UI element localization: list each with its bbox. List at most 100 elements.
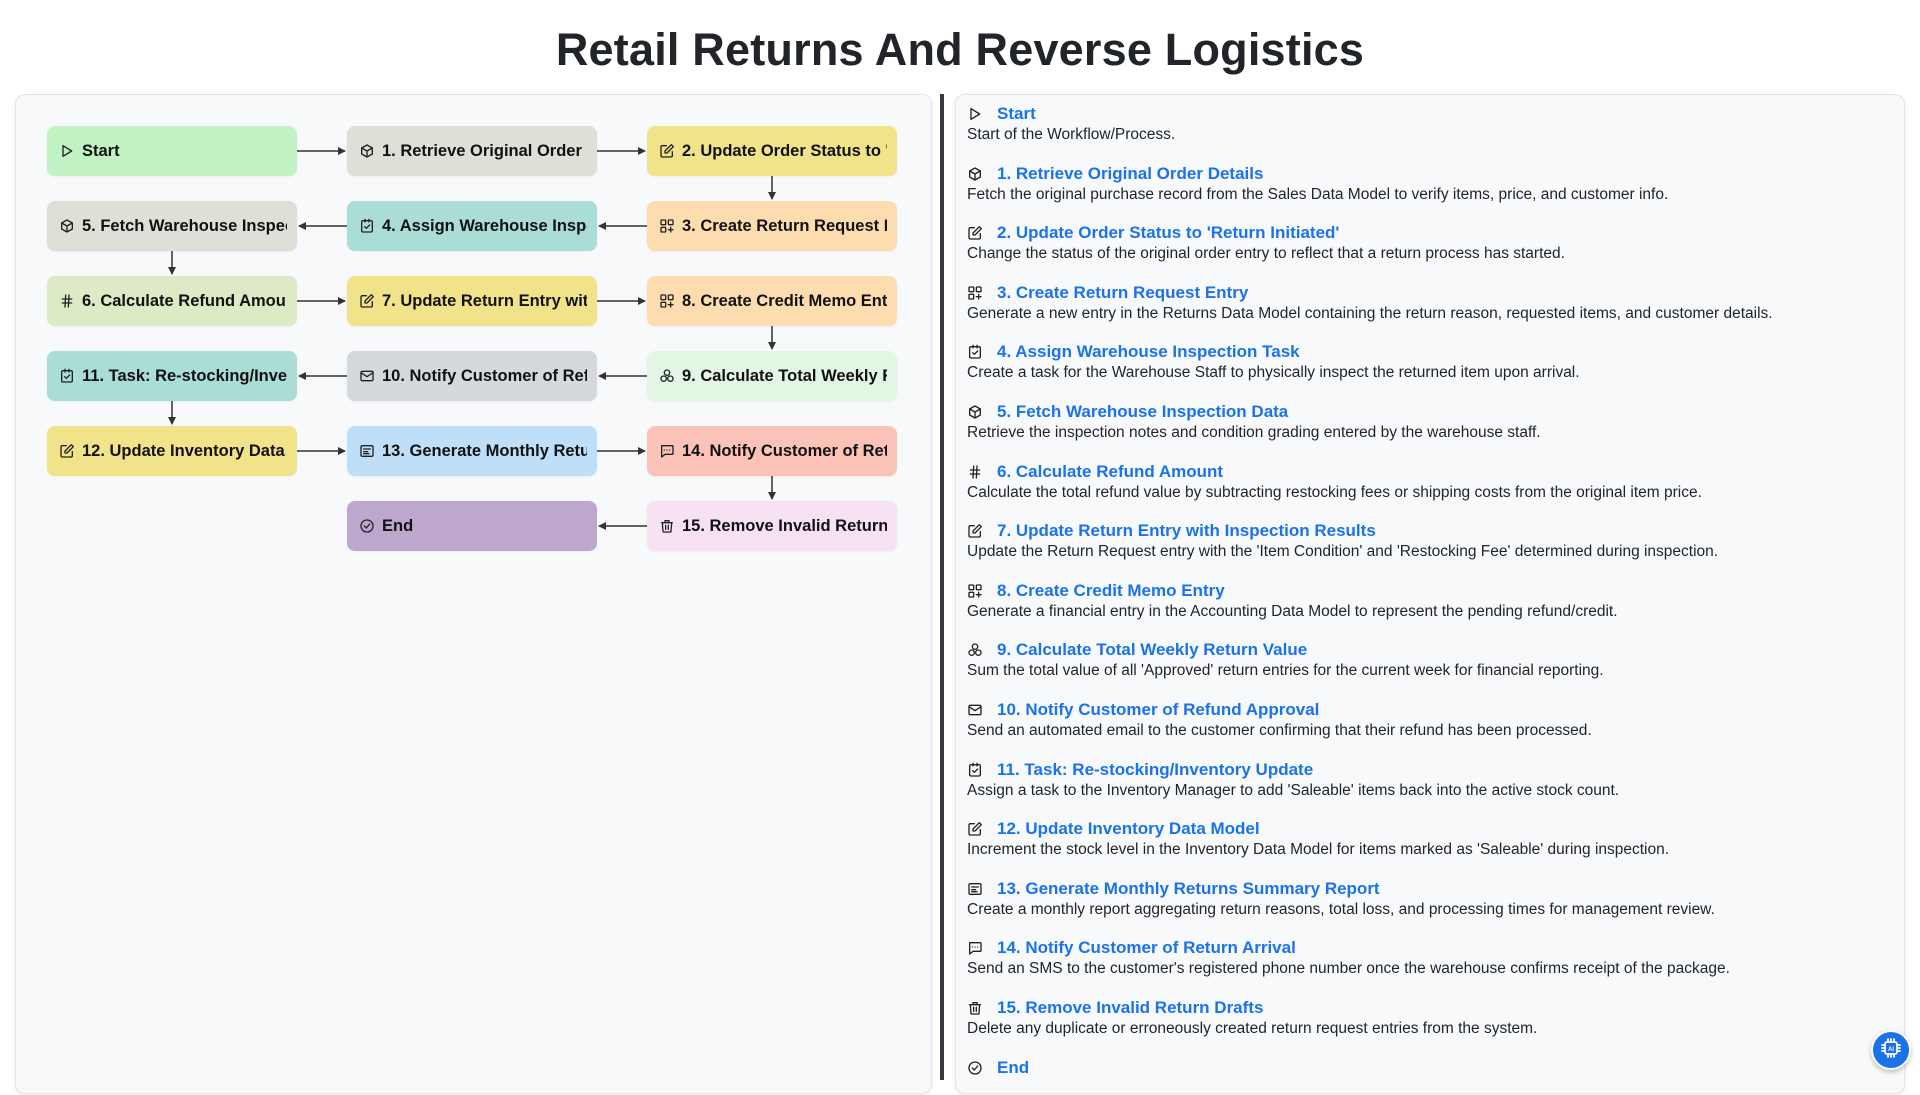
step-title-link[interactable]: 7. Update Return Entry with Inspection R… xyxy=(997,521,1376,541)
task-icon xyxy=(967,344,983,360)
step-description: Retrieve the inspection notes and condit… xyxy=(967,424,1541,441)
flow-node-n12[interactable]: 12. Update Inventory Data I xyxy=(47,426,297,476)
flow-node-n4[interactable]: 4. Assign Warehouse Inspe xyxy=(347,201,597,251)
step-title-link[interactable]: 11. Task: Re-stocking/Inventory Update xyxy=(997,760,1313,780)
flow-node-label: Start xyxy=(82,141,120,160)
steps-panel: Start Start of the Workflow/Process. 1. Re… xyxy=(955,94,1905,1094)
step-item: 9. Calculate Total Weekly Return Value Su… xyxy=(967,639,1887,680)
sms-icon xyxy=(659,443,675,459)
flow-node-n11[interactable]: 11. Task: Re-stocking/Inver xyxy=(47,351,297,401)
play-icon xyxy=(59,143,75,159)
step-item: 1. Retrieve Original Order Details Fetch … xyxy=(967,163,1887,204)
hash-icon xyxy=(967,464,983,480)
step-item: 14. Notify Customer of Return Arrival Sen… xyxy=(967,937,1887,978)
flow-node-label: 7. Update Return Entry with xyxy=(382,291,587,310)
task-icon xyxy=(967,762,983,778)
flow-node-n1[interactable]: 1. Retrieve Original Order D xyxy=(347,126,597,176)
step-item: 8. Create Credit Memo Entry Generate a fi… xyxy=(967,580,1887,621)
step-description: Send an automated email to the customer … xyxy=(967,722,1592,739)
step-item: 7. Update Return Entry with Inspection R… xyxy=(967,520,1887,561)
step-title-link[interactable]: Start xyxy=(997,104,1036,124)
play-icon xyxy=(967,106,983,122)
step-title-link[interactable]: 1. Retrieve Original Order Details xyxy=(997,164,1263,184)
cube-icon xyxy=(59,218,75,234)
step-title-link[interactable]: 2. Update Order Status to 'Return Initia… xyxy=(997,223,1339,243)
step-description: Create a task for the Warehouse Staff to… xyxy=(967,364,1580,382)
step-title-link[interactable]: 14. Notify Customer of Return Arrival xyxy=(997,938,1296,958)
step-title-link[interactable]: 3. Create Return Request Entry xyxy=(997,283,1248,303)
step-description: Create a monthly report aggregating retu… xyxy=(967,900,1715,918)
step-description: Sum the total value of all 'Approved' re… xyxy=(967,662,1604,680)
flow-node-end[interactable]: End xyxy=(347,501,597,551)
step-description: Change the status of the original order … xyxy=(967,245,1565,263)
step-description: Generate a financial entry in the Accoun… xyxy=(967,602,1618,620)
step-item: 13. Generate Monthly Returns Summary Rep… xyxy=(967,878,1887,919)
panel-divider[interactable] xyxy=(940,94,944,1080)
step-item: Start Start of the Workflow/Process. xyxy=(967,103,1887,144)
flow-node-label: 11. Task: Re-stocking/Inver xyxy=(82,366,287,385)
step-item: 3. Create Return Request Entry Generate a… xyxy=(967,282,1887,323)
svg-text:AI: AI xyxy=(1888,1047,1894,1053)
flow-node-n6[interactable]: 6. Calculate Refund Amoun xyxy=(47,276,297,326)
flow-node-label: 9. Calculate Total Weekly R xyxy=(682,366,887,385)
step-description: Calculate the total refund value by subt… xyxy=(967,483,1702,501)
step-description: Fetch the original purchase record from … xyxy=(967,185,1669,203)
trash-icon xyxy=(659,518,675,534)
step-description: Send an SMS to the customer's registered… xyxy=(967,960,1730,978)
step-description: Start of the Workflow/Process. xyxy=(967,126,1176,143)
edit-icon xyxy=(967,821,983,837)
aggregate-icon xyxy=(659,368,675,384)
flow-node-n14[interactable]: 14. Notify Customer of Retu xyxy=(647,426,897,476)
hash-icon xyxy=(59,293,75,309)
flow-node-n10[interactable]: 10. Notify Customer of Refu xyxy=(347,351,597,401)
step-description: Generate a new entry in the Returns Data… xyxy=(967,304,1773,322)
flow-node-n7[interactable]: 7. Update Return Entry with xyxy=(347,276,597,326)
grid-plus-icon xyxy=(659,293,675,309)
mail-icon xyxy=(359,368,375,384)
step-title-link[interactable]: End xyxy=(997,1058,1029,1078)
edit-icon xyxy=(967,225,983,241)
step-item: 10. Notify Customer of Refund Approval Se… xyxy=(967,699,1887,740)
step-title-link[interactable]: 15. Remove Invalid Return Drafts xyxy=(997,998,1263,1018)
flow-node-n8[interactable]: 8. Create Credit Memo Entr xyxy=(647,276,897,326)
flow-node-label: 2. Update Order Status to 'I xyxy=(682,141,887,160)
step-item: End xyxy=(967,1057,1887,1079)
flow-node-label: 13. Generate Monthly Retur xyxy=(382,441,587,460)
task-icon xyxy=(359,218,375,234)
task-icon xyxy=(59,368,75,384)
step-title-link[interactable]: 4. Assign Warehouse Inspection Task xyxy=(997,342,1300,362)
edit-icon xyxy=(967,523,983,539)
flow-node-label: 14. Notify Customer of Retu xyxy=(682,441,887,460)
step-title-link[interactable]: 8. Create Credit Memo Entry xyxy=(997,581,1225,601)
edit-icon xyxy=(359,293,375,309)
flow-node-label: 5. Fetch Warehouse Inspec xyxy=(82,216,287,235)
step-item: 11. Task: Re-stocking/Inventory Update As… xyxy=(967,759,1887,800)
step-item: 6. Calculate Refund Amount Calculate the … xyxy=(967,461,1887,502)
step-title-link[interactable]: 13. Generate Monthly Returns Summary Rep… xyxy=(997,879,1380,899)
flow-node-n9[interactable]: 9. Calculate Total Weekly R xyxy=(647,351,897,401)
step-title-link[interactable]: 9. Calculate Total Weekly Return Value xyxy=(997,640,1307,660)
step-title-link[interactable]: 10. Notify Customer of Refund Approval xyxy=(997,700,1319,720)
step-title-link[interactable]: 6. Calculate Refund Amount xyxy=(997,462,1223,482)
report-icon xyxy=(967,881,983,897)
flow-node-n3[interactable]: 3. Create Return Request E xyxy=(647,201,897,251)
flow-node-n2[interactable]: 2. Update Order Status to 'I xyxy=(647,126,897,176)
step-item: 4. Assign Warehouse Inspection Task Creat… xyxy=(967,341,1887,382)
check-circle-icon xyxy=(967,1060,983,1076)
flow-node-start[interactable]: Start xyxy=(47,126,297,176)
step-description: Delete any duplicate or erroneously crea… xyxy=(967,1020,1538,1037)
grid-plus-icon xyxy=(967,285,983,301)
step-item: 5. Fetch Warehouse Inspection Data Retrie… xyxy=(967,401,1887,442)
flow-node-label: 1. Retrieve Original Order D xyxy=(382,141,587,160)
flow-node-n15[interactable]: 15. Remove Invalid Return xyxy=(647,501,897,551)
flow-node-n13[interactable]: 13. Generate Monthly Retur xyxy=(347,426,597,476)
trash-icon xyxy=(967,1000,983,1016)
flow-node-n5[interactable]: 5. Fetch Warehouse Inspec xyxy=(47,201,297,251)
report-icon xyxy=(359,443,375,459)
step-description: Assign a task to the Inventory Manager t… xyxy=(967,781,1620,799)
step-title-link[interactable]: 12. Update Inventory Data Model xyxy=(997,819,1260,839)
ai-assistant-button[interactable]: AI xyxy=(1871,1030,1911,1070)
step-title-link[interactable]: 5. Fetch Warehouse Inspection Data xyxy=(997,402,1288,422)
flow-node-label: 15. Remove Invalid Return xyxy=(682,516,887,535)
cube-icon xyxy=(967,404,983,420)
